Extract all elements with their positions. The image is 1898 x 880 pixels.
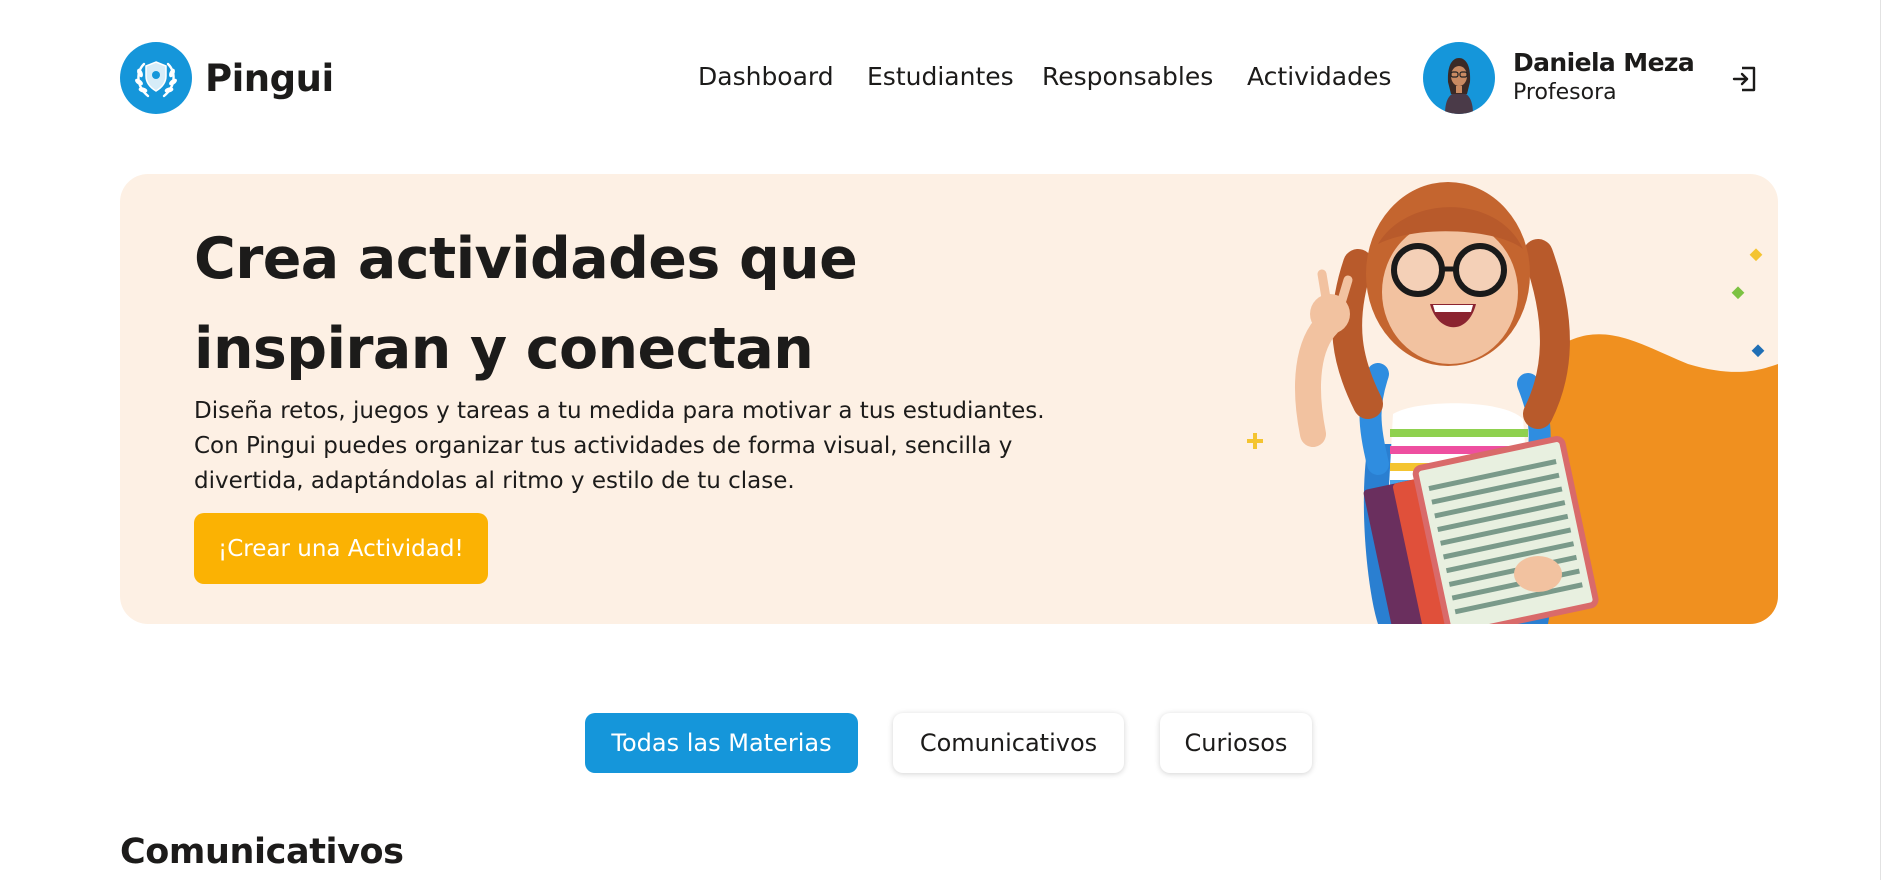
girl-with-backpack-illustration (1247, 182, 1778, 624)
nav-responsables[interactable]: Responsables (1042, 62, 1213, 91)
logo[interactable]: Pingui (120, 42, 334, 114)
filter-comunicativos[interactable]: Comunicativos (893, 713, 1124, 773)
hero-description-line: Diseña retos, juegos y tareas a tu medid… (194, 398, 1045, 424)
page-scrollbar[interactable] (1880, 0, 1898, 880)
laurel-shield-icon (120, 42, 192, 114)
avatar (1423, 42, 1495, 114)
section-title: Comunicativos (120, 832, 404, 872)
brand-name: Pingui (205, 56, 334, 100)
nav-actividades[interactable]: Actividades (1247, 62, 1391, 91)
hero-banner: Crea actividades que inspiran y conectan… (120, 174, 1778, 624)
nav-estudiantes[interactable]: Estudiantes (867, 62, 1014, 91)
hero-description-line: Con Pingui puedes organizar tus activida… (194, 433, 1013, 459)
hero-description-line: divertida, adaptándolas al ritmo y estil… (194, 468, 795, 494)
user-name: Daniela Meza (1513, 48, 1695, 77)
logout-icon[interactable] (1732, 64, 1760, 94)
user-profile[interactable]: Daniela Meza Profesora (1423, 42, 1695, 114)
nav-dashboard[interactable]: Dashboard (698, 62, 834, 91)
hero-description: Diseña retos, juegos y tareas a tu medid… (194, 394, 1094, 499)
hero-title: Crea actividades que inspiran y conectan (194, 214, 954, 394)
hero-title-line: Crea actividades que (194, 226, 858, 292)
filter-todas-las-materias[interactable]: Todas las Materias (585, 713, 858, 773)
hero-title-line: inspiran y conectan (194, 316, 814, 382)
profile-text: Daniela Meza Profesora (1513, 48, 1695, 108)
filter-curiosos[interactable]: Curiosos (1160, 713, 1312, 773)
sparkle-icon (1247, 433, 1263, 449)
user-role: Profesora (1513, 80, 1617, 105)
create-activity-button[interactable]: ¡Crear una Actividad! (194, 513, 488, 584)
